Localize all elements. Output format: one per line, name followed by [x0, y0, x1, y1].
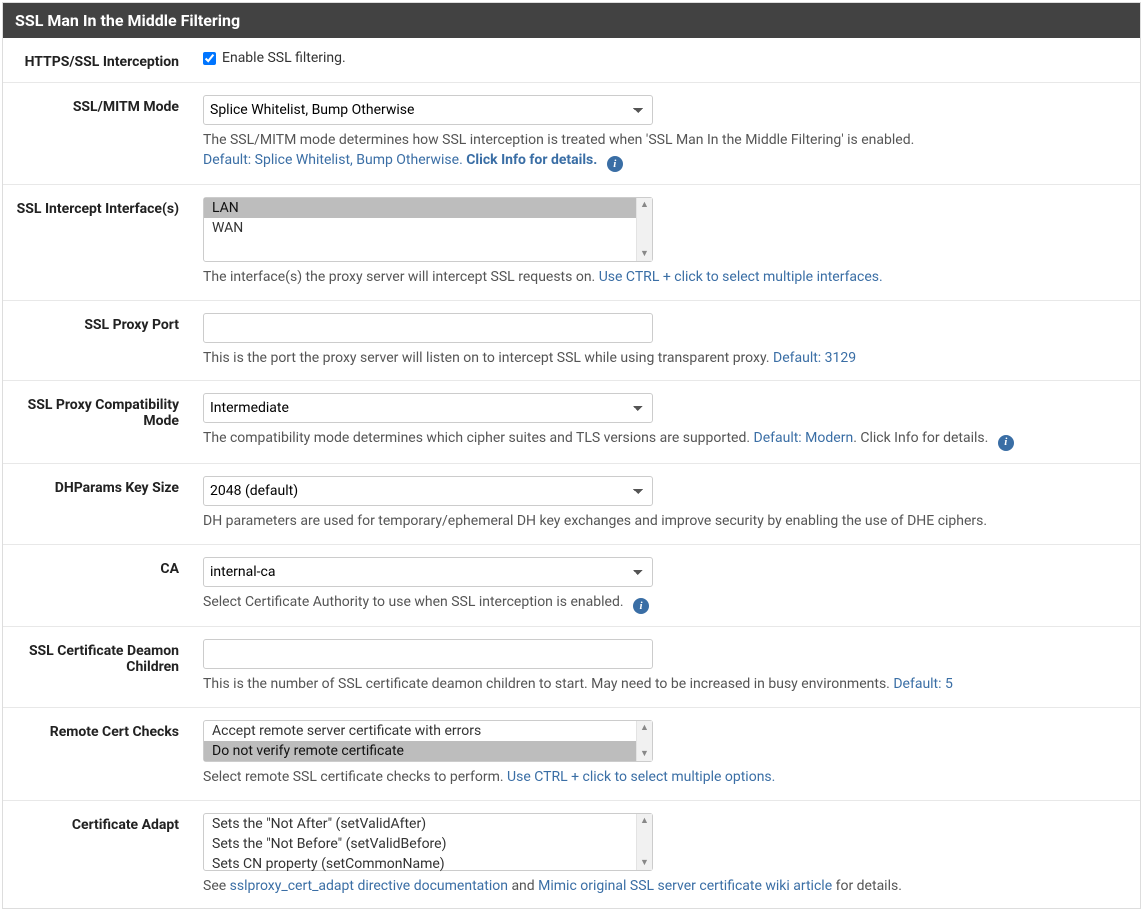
intercept-interfaces-select[interactable]: LAN WAN ▲ ▼ — [203, 197, 653, 262]
proxy-port-help: This is the port the proxy server will l… — [203, 349, 1128, 369]
cert-adapt-wiki-link[interactable]: Mimic original SSL server certificate wi… — [538, 878, 832, 894]
cert-daemon-default-link[interactable]: Default: 5 — [893, 676, 953, 692]
cert-adapt-option-valid-after[interactable]: Sets the "Not After" (setValidAfter) — [204, 814, 636, 834]
ssl-mitm-panel: SSL Man In the Middle Filtering HTTPS/SS… — [2, 2, 1141, 909]
remote-cert-checks-help: Select remote SSL certificate checks to … — [203, 768, 1128, 788]
label-remote-cert-checks: Remote Cert Checks — [3, 720, 203, 788]
label-mitm-mode: SSL/MITM Mode — [3, 95, 203, 172]
enable-ssl-filtering-label[interactable]: Enable SSL filtering. — [203, 50, 1128, 66]
enable-ssl-filtering-checkbox[interactable] — [203, 52, 216, 65]
cert-daemon-children-help: This is the number of SSL certificate de… — [203, 675, 1128, 695]
label-proxy-port: SSL Proxy Port — [3, 313, 203, 369]
chevron-down-icon: ▼ — [640, 858, 649, 868]
remote-cert-checks-hint-link[interactable]: Use CTRL + click to select multiple opti… — [507, 769, 775, 785]
label-cert-daemon-children: SSL Certificate Deamon Children — [3, 639, 203, 695]
info-icon[interactable]: i — [633, 598, 649, 614]
enable-ssl-filtering-text: Enable SSL filtering. — [222, 50, 346, 66]
mitm-mode-click-info[interactable]: Click Info for details. — [466, 152, 597, 168]
row-certificate-adapt: Certificate Adapt Sets the "Not After" (… — [3, 801, 1140, 909]
chevron-up-icon: ▲ — [640, 816, 649, 826]
row-https-interception: HTTPS/SSL Interception Enable SSL filter… — [3, 38, 1140, 83]
panel-title: SSL Man In the Middle Filtering — [3, 3, 1140, 38]
cert-daemon-children-input[interactable] — [203, 639, 653, 669]
remote-cert-checks-select[interactable]: Accept remote server certificate with er… — [203, 720, 653, 762]
row-remote-cert-checks: Remote Cert Checks Accept remote server … — [3, 708, 1140, 801]
label-https-interception: HTTPS/SSL Interception — [3, 50, 203, 70]
cert-adapt-doc-link[interactable]: sslproxy_cert_adapt directive documentat… — [230, 878, 508, 894]
chevron-down-icon: ▼ — [640, 249, 649, 259]
dhparams-select[interactable]: 2048 (default) — [203, 476, 653, 506]
mitm-mode-select[interactable]: Splice Whitelist, Bump Otherwise — [203, 95, 653, 125]
proxy-port-input[interactable] — [203, 313, 653, 343]
remote-check-option-no-verify[interactable]: Do not verify remote certificate — [204, 741, 636, 761]
info-icon[interactable]: i — [607, 156, 623, 172]
cert-adapt-option-valid-before[interactable]: Sets the "Not Before" (setValidBefore) — [204, 834, 636, 854]
interface-option-lan[interactable]: LAN — [204, 198, 636, 218]
label-compat-mode: SSL Proxy Compatibility Mode — [3, 393, 203, 451]
intercept-interfaces-help: The interface(s) the proxy server will i… — [203, 268, 1128, 288]
info-icon[interactable]: i — [998, 435, 1014, 451]
chevron-up-icon: ▲ — [640, 723, 649, 733]
chevron-up-icon: ▲ — [640, 200, 649, 210]
certificate-adapt-select[interactable]: Sets the "Not After" (setValidAfter) Set… — [203, 813, 653, 871]
row-compat-mode: SSL Proxy Compatibility Mode Intermediat… — [3, 381, 1140, 464]
mitm-mode-default-link[interactable]: Default: Splice Whitelist, Bump Otherwis… — [203, 152, 463, 168]
interface-option-wan[interactable]: WAN — [204, 218, 636, 238]
scrollbar[interactable]: ▲ ▼ — [636, 198, 652, 261]
dhparams-help: DH parameters are used for temporary/eph… — [203, 512, 1128, 532]
certificate-adapt-help: See sslproxy_cert_adapt directive docume… — [203, 877, 1128, 897]
compat-mode-select[interactable]: Intermediate — [203, 393, 653, 423]
row-dhparams: DHParams Key Size 2048 (default) DH para… — [3, 464, 1140, 545]
label-ca: CA — [3, 557, 203, 615]
proxy-port-default-link[interactable]: Default: 3129 — [773, 350, 856, 366]
cert-adapt-option-common-name[interactable]: Sets CN property (setCommonName) — [204, 854, 636, 874]
intercept-interfaces-hint-link[interactable]: Use CTRL + click to select multiple inte… — [599, 269, 883, 285]
scrollbar[interactable]: ▲ ▼ — [636, 721, 652, 761]
scrollbar[interactable]: ▲ ▼ — [636, 814, 652, 870]
row-proxy-port: SSL Proxy Port This is the port the prox… — [3, 301, 1140, 382]
remote-check-option-accept-errors[interactable]: Accept remote server certificate with er… — [204, 721, 636, 741]
compat-mode-help: The compatibility mode determines which … — [203, 429, 1128, 451]
label-dhparams: DHParams Key Size — [3, 476, 203, 532]
compat-mode-default-link[interactable]: Default: Modern — [754, 430, 854, 446]
row-cert-daemon-children: SSL Certificate Deamon Children This is … — [3, 627, 1140, 708]
chevron-down-icon: ▼ — [640, 749, 649, 759]
row-mitm-mode: SSL/MITM Mode Splice Whitelist, Bump Oth… — [3, 83, 1140, 185]
mitm-mode-help: The SSL/MITM mode determines how SSL int… — [203, 131, 1128, 172]
ca-help: Select Certificate Authority to use when… — [203, 593, 1128, 615]
ca-select[interactable]: internal-ca — [203, 557, 653, 587]
label-intercept-interfaces: SSL Intercept Interface(s) — [3, 197, 203, 288]
label-certificate-adapt: Certificate Adapt — [3, 813, 203, 897]
row-ca: CA internal-ca Select Certificate Author… — [3, 545, 1140, 628]
row-intercept-interfaces: SSL Intercept Interface(s) LAN WAN ▲ ▼ T… — [3, 185, 1140, 301]
